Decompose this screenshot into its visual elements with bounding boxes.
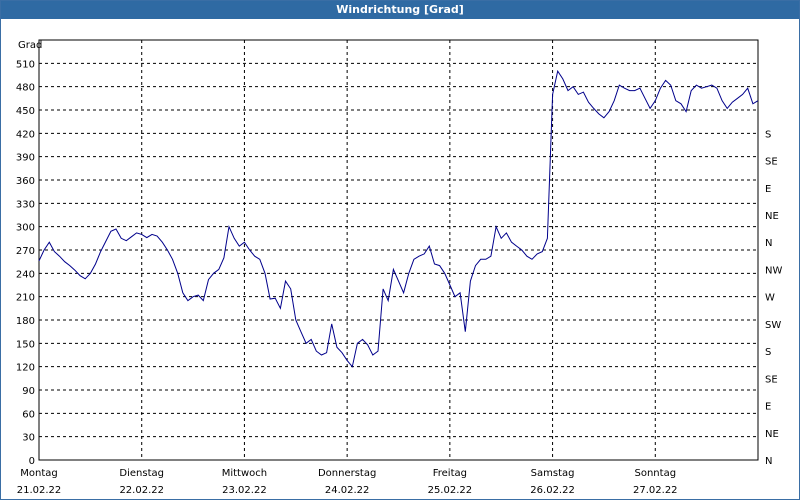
y-tick-label: 90 <box>22 386 35 397</box>
right-tick-label: SE <box>765 157 778 168</box>
series-line <box>38 69 759 368</box>
y-tick-label: 150 <box>16 339 35 350</box>
y-tick-label: 390 <box>16 153 35 164</box>
right-tick-label: NE <box>765 429 779 440</box>
y-tick-label: 210 <box>16 293 35 304</box>
y-tick-label: 120 <box>16 363 35 374</box>
right-tick-label: E <box>765 184 771 195</box>
right-tick-label: NE <box>765 211 779 222</box>
x-tick-date: 25.02.22 <box>428 485 473 496</box>
y-tick-label: 510 <box>16 59 35 70</box>
y-axis-ticks: 0 30 60 90 120 150 180 210 240 270 300 330 360 390 420… <box>16 59 35 467</box>
right-tick-label: S <box>765 129 771 140</box>
right-tick-label: SW <box>765 320 781 331</box>
right-tick-label: S <box>765 347 771 358</box>
y-tick-label: 0 <box>29 456 35 467</box>
right-tick-label: SE <box>765 374 778 385</box>
right-tick-label: N <box>765 456 772 467</box>
right-tick-label: N <box>765 238 772 249</box>
y-tick-label: 30 <box>22 433 35 444</box>
x-tick-day: Samstag <box>531 468 575 479</box>
plot-area <box>38 39 759 461</box>
x-tick-day: Montag <box>20 468 57 479</box>
x-tick-date: 21.02.22 <box>17 485 62 496</box>
y-tick-label: 270 <box>16 246 35 257</box>
y-tick-label: 420 <box>16 129 35 140</box>
x-tick-date: 27.02.22 <box>633 485 678 496</box>
x-tick-day: Mittwoch <box>222 468 267 479</box>
x-tick-day: Sonntag <box>635 468 677 479</box>
x-tick-day: Freitag <box>433 468 467 479</box>
x-tick-day: Donnerstag <box>318 468 376 479</box>
y-axis-label: Grad <box>18 40 42 51</box>
y-tick-label: 240 <box>16 269 35 280</box>
y-tick-label: 330 <box>16 199 35 210</box>
x-tick-date: 24.02.22 <box>325 485 370 496</box>
x-tick-date: 26.02.22 <box>530 485 575 496</box>
x-axis-ticks: Montag 21.02.22 Dienstag 22.02.22 Mittwoch 23… <box>17 468 678 496</box>
wind-direction-chart: Grad 0 30 60 90 120 150 180 210 240 270 300 330 360 3… <box>16 39 782 496</box>
right-tick-label: E <box>765 402 771 413</box>
x-tick-day: Dienstag <box>119 468 164 479</box>
x-tick-date: 22.02.22 <box>119 485 164 496</box>
x-tick-date: 23.02.22 <box>222 485 267 496</box>
y-tick-label: 180 <box>16 316 35 327</box>
y-tick-label: 300 <box>16 223 35 234</box>
grid-lines <box>39 40 758 460</box>
y-tick-label: 360 <box>16 176 35 187</box>
y-tick-label: 480 <box>16 83 35 94</box>
y-tick-label: 60 <box>22 409 35 420</box>
series-group <box>38 69 759 368</box>
right-tick-label: NW <box>765 265 782 276</box>
right-axis-ticks: N NE E SE S SW W NW N NE E SE S <box>765 129 782 467</box>
y-tick-label: 450 <box>16 106 35 117</box>
right-tick-label: W <box>765 293 775 304</box>
